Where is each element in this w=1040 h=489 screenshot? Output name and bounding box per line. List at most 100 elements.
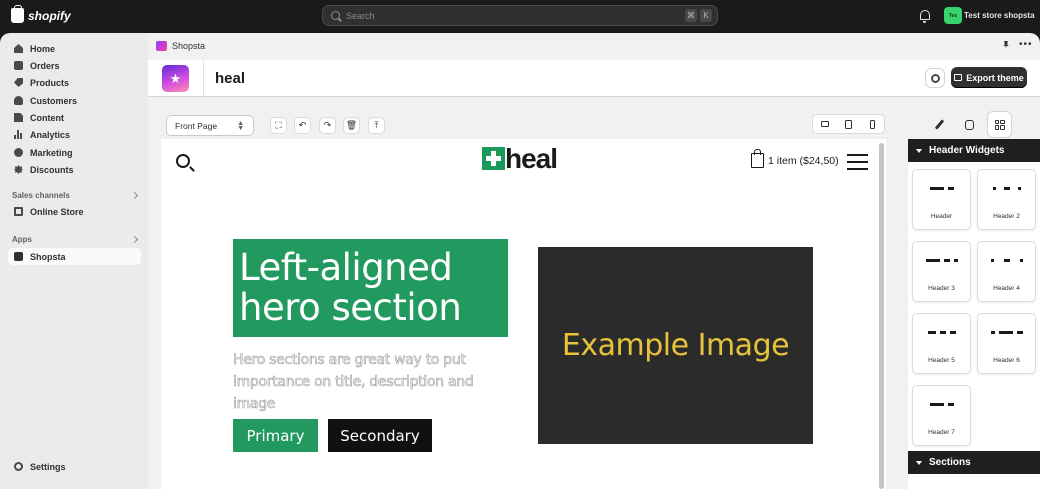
shopify-bag-icon bbox=[11, 5, 24, 23]
secondary-button[interactable]: Secondary bbox=[328, 419, 432, 452]
grid-icon bbox=[994, 119, 1005, 130]
sidebar-item-label: Products bbox=[30, 77, 70, 88]
sidebar-item-label: Marketing bbox=[30, 147, 73, 158]
hero-title-line-1: Left-aligned bbox=[239, 246, 453, 289]
widget-preview bbox=[978, 187, 1035, 190]
chevron-updown-icon: ▲ ▼ bbox=[237, 120, 244, 132]
apps-heading[interactable]: Apps bbox=[12, 235, 32, 244]
widget-label: Header bbox=[930, 213, 953, 220]
sidebar-item-label: Analytics bbox=[30, 129, 71, 140]
sidebar-item-discounts[interactable]: Discounts bbox=[8, 161, 141, 178]
move-top-button[interactable]: ⤒ bbox=[368, 117, 385, 134]
sidebar-item-home[interactable]: Home bbox=[8, 40, 141, 57]
widget-header-5[interactable]: Header 5 bbox=[912, 313, 971, 374]
cart-link[interactable]: 1 item ($24,50) bbox=[751, 149, 839, 168]
sidebar-item-orders[interactable]: Orders bbox=[8, 57, 141, 74]
tablet-view-button[interactable] bbox=[837, 115, 861, 133]
sidebar-item-customers[interactable]: Customers bbox=[8, 92, 141, 109]
mobile-view-button[interactable] bbox=[860, 115, 884, 133]
fullscreen-button[interactable]: ⛶ bbox=[270, 117, 287, 134]
widget-header[interactable]: Header bbox=[912, 169, 971, 230]
shopify-logo[interactable]: shopify bbox=[11, 5, 71, 23]
sidebar-item-settings[interactable]: Settings bbox=[8, 458, 141, 475]
widget-label: Header 2 bbox=[993, 213, 1020, 220]
sidebar-item-label: Settings bbox=[30, 461, 66, 472]
sidebar-item-shopsta[interactable]: Shopsta bbox=[8, 248, 141, 265]
store-avatar[interactable]: Tes bbox=[944, 7, 962, 24]
sidebar: Home Orders Products Customers Content A… bbox=[0, 33, 148, 489]
chevron-right-icon[interactable] bbox=[130, 235, 139, 244]
expand-icon: ⛶ bbox=[275, 120, 282, 130]
widgets-panel: Header Widgets Header Header 2 Header 3 … bbox=[908, 139, 1040, 489]
widget-preview bbox=[913, 187, 970, 190]
primary-button[interactable]: Primary bbox=[233, 419, 318, 452]
desktop-view-button[interactable] bbox=[813, 115, 837, 133]
tag-icon bbox=[14, 78, 23, 87]
cart-summary: 1 item ($24,50) bbox=[768, 154, 839, 167]
cmd-key: ⌘ bbox=[685, 9, 697, 22]
sales-channels-heading[interactable]: Sales channels bbox=[12, 191, 70, 200]
chevron-right-icon[interactable] bbox=[130, 191, 139, 200]
tab-widgets[interactable] bbox=[987, 111, 1012, 138]
widget-header-2[interactable]: Header 2 bbox=[977, 169, 1036, 230]
tablet-icon bbox=[845, 119, 852, 129]
undo-button[interactable]: ↶ bbox=[294, 117, 311, 134]
tab-style[interactable] bbox=[927, 111, 952, 138]
hero-description[interactable]: Hero sections are great way to put impor… bbox=[233, 349, 518, 415]
bell-icon[interactable] bbox=[920, 10, 930, 23]
target-icon bbox=[14, 148, 23, 157]
settings-button[interactable] bbox=[925, 68, 945, 88]
widget-preview bbox=[978, 259, 1035, 262]
sidebar-item-online-store[interactable]: Online Store bbox=[8, 203, 141, 220]
delete-button[interactable]: 🗑 bbox=[343, 117, 360, 134]
image-placeholder-text: Example Image bbox=[561, 328, 790, 363]
sidebar-item-products[interactable]: Products bbox=[8, 74, 141, 91]
hamburger-menu-icon[interactable] bbox=[847, 154, 868, 170]
widget-label: Header 4 bbox=[993, 285, 1020, 292]
editor-canvas[interactable]: heal 1 item ($24,50) Left-aligned hero s… bbox=[161, 139, 886, 489]
store-name[interactable]: Test store shopsta bbox=[964, 11, 1035, 20]
search-icon bbox=[331, 11, 340, 20]
site-brand: heal bbox=[505, 143, 558, 174]
hero-image-placeholder[interactable]: Example Image bbox=[538, 247, 813, 444]
brush-icon bbox=[934, 119, 945, 130]
widget-header-6[interactable]: Header 6 bbox=[977, 313, 1036, 374]
export-theme-button[interactable]: Export theme bbox=[951, 67, 1027, 88]
sidebar-item-analytics[interactable]: Analytics bbox=[8, 126, 141, 143]
widget-header-7[interactable]: Header 7 bbox=[912, 385, 971, 446]
search-input[interactable]: Search ⌘ K bbox=[322, 5, 718, 26]
trash-icon: 🗑 bbox=[345, 120, 358, 130]
search-icon[interactable] bbox=[176, 154, 190, 168]
plus-icon bbox=[482, 147, 505, 170]
sidebar-item-marketing[interactable]: Marketing bbox=[8, 144, 141, 161]
sidebar-item-label: Discounts bbox=[30, 164, 74, 175]
sidebar-item-content[interactable]: Content bbox=[8, 109, 141, 126]
arrow-to-top-icon: ⤒ bbox=[374, 120, 379, 130]
gear-icon bbox=[930, 73, 940, 83]
k-key: K bbox=[700, 9, 712, 22]
sidebar-item-label: Content bbox=[30, 112, 64, 123]
pin-icon[interactable] bbox=[1003, 41, 1009, 49]
tab-data[interactable] bbox=[957, 111, 982, 138]
widget-label: Header 7 bbox=[928, 429, 955, 436]
sidebar-item-label: Customers bbox=[30, 95, 78, 106]
redo-button[interactable]: ↷ bbox=[319, 117, 336, 134]
export-icon bbox=[954, 74, 963, 81]
page-title: heal bbox=[215, 70, 246, 87]
widget-preview bbox=[913, 331, 970, 334]
sidebar-item-label: Home bbox=[30, 43, 56, 54]
site-logo[interactable]: heal bbox=[482, 143, 558, 174]
bar-chart-icon bbox=[14, 130, 23, 139]
header-widgets-heading[interactable]: Header Widgets bbox=[908, 139, 1040, 162]
sidebar-item-label: Orders bbox=[30, 60, 60, 71]
shopsta-app-icon bbox=[156, 41, 167, 51]
canvas-scrollbar[interactable] bbox=[879, 143, 884, 489]
more-icon[interactable]: ••• bbox=[1019, 40, 1033, 50]
page-select[interactable]: Front Page ▲ ▼ bbox=[166, 115, 254, 136]
widget-header-4[interactable]: Header 4 bbox=[977, 241, 1036, 302]
redo-icon: ↷ bbox=[323, 120, 332, 130]
hero-title[interactable]: Left-aligned hero section bbox=[233, 239, 508, 337]
shopify-wordmark: shopify bbox=[28, 8, 71, 23]
sections-heading[interactable]: Sections bbox=[908, 451, 1040, 474]
widget-header-3[interactable]: Header 3 bbox=[912, 241, 971, 302]
